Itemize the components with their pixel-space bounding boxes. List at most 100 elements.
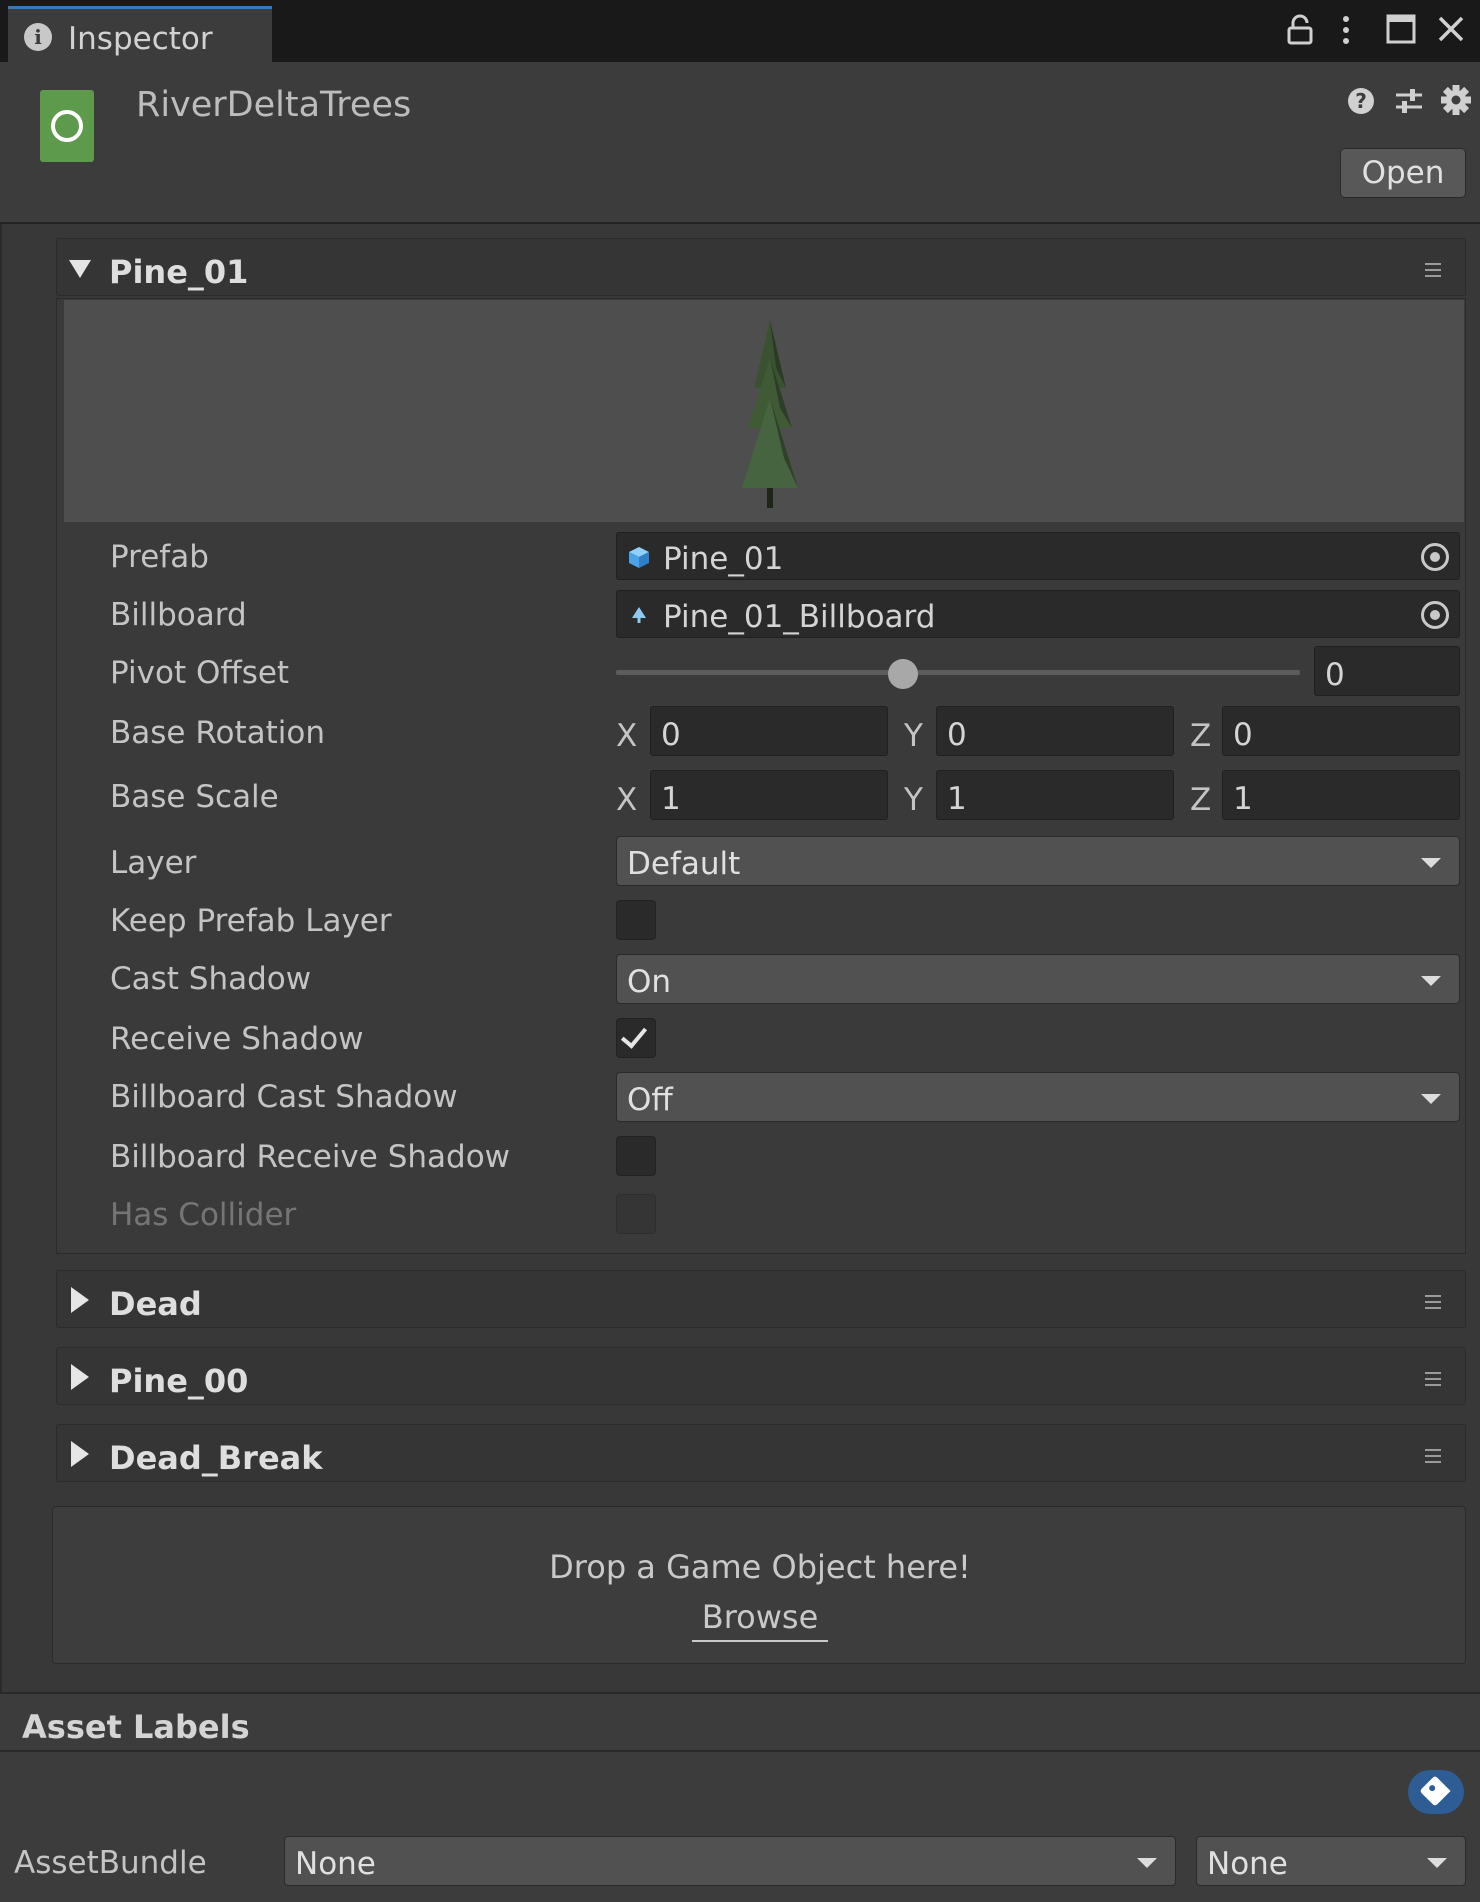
has-collider-label: Has Collider (110, 1197, 297, 1233)
billboard-asset-icon (632, 607, 646, 623)
base-scale-y-input[interactable]: 1 (936, 770, 1174, 820)
open-button[interactable]: Open (1340, 148, 1466, 198)
tab-bar: i Inspector (0, 0, 1480, 64)
hamburger-menu-icon[interactable] (1425, 263, 1441, 281)
base-rotation-z-value: 0 (1233, 717, 1253, 753)
dropdown-caret-icon (1427, 1858, 1447, 1868)
layer-label: Layer (110, 845, 197, 881)
asset-name: RiverDeltaTrees (136, 85, 412, 125)
prefab-preview (64, 300, 1464, 522)
assetbundle-name-value: None (295, 1846, 376, 1882)
base-scale-label: Base Scale (110, 779, 279, 815)
dropdown-caret-icon (1421, 1094, 1441, 1104)
layer-dropdown[interactable]: Default (616, 836, 1460, 886)
axis-y-label: Y (904, 718, 923, 754)
billboard-value: Pine_01_Billboard (663, 599, 936, 635)
section-title: Dead_Break (109, 1439, 323, 1477)
billboard-receive-shadow-checkbox[interactable] (616, 1136, 656, 1176)
info-icon: i (24, 23, 52, 51)
receive-shadow-checkbox[interactable] (616, 1018, 656, 1058)
layer-value: Default (627, 846, 741, 882)
cast-shadow-value: On (627, 964, 672, 1000)
axis-y-label: Y (904, 782, 923, 818)
pivot-offset-slider-track[interactable] (616, 670, 1300, 675)
axis-z-label: Z (1190, 718, 1212, 754)
expand-arrow-icon[interactable] (71, 1441, 89, 1467)
base-rotation-x-value: 0 (661, 717, 681, 753)
settings-icon[interactable] (1440, 84, 1472, 116)
section-header-dead-break[interactable]: Dead_Break (56, 1424, 1466, 1482)
section-header-pine-00[interactable]: Pine_00 (56, 1347, 1466, 1405)
has-collider-checkbox (616, 1194, 656, 1234)
prefab-value: Pine_01 (663, 541, 784, 577)
pine-tree-preview-icon (742, 320, 798, 508)
expand-arrow-icon[interactable] (69, 260, 91, 278)
checkmark-icon (620, 1021, 648, 1049)
pivot-offset-input[interactable]: 0 (1314, 646, 1460, 696)
expand-arrow-icon[interactable] (71, 1364, 89, 1390)
object-picker-icon[interactable] (1421, 543, 1449, 571)
assetbundle-variant-dropdown[interactable]: None (1196, 1836, 1466, 1886)
hamburger-menu-icon[interactable] (1425, 1372, 1441, 1390)
close-icon[interactable] (1436, 14, 1466, 44)
prefab-cube-icon (629, 547, 649, 568)
billboard-cast-shadow-label: Billboard Cast Shadow (110, 1079, 458, 1115)
asset-labels-tag-button[interactable] (1408, 1770, 1464, 1814)
section-title: Pine_01 (109, 253, 249, 291)
base-rotation-x-input[interactable]: 0 (650, 706, 888, 756)
presets-icon[interactable] (1394, 86, 1424, 116)
axis-x-label: X (616, 718, 638, 754)
pivot-offset-value: 0 (1325, 657, 1345, 693)
asset-labels-header[interactable]: Asset Labels (0, 1692, 1480, 1752)
section-header-pine-01[interactable]: Pine_01 (56, 238, 1466, 296)
section-title: Dead (109, 1285, 202, 1323)
assetbundle-name-dropdown[interactable]: None (284, 1836, 1176, 1886)
keep-prefab-layer-checkbox[interactable] (616, 900, 656, 940)
billboard-label: Billboard (110, 597, 247, 633)
assetbundle-label: AssetBundle (14, 1845, 207, 1881)
hamburger-menu-icon[interactable] (1425, 1295, 1441, 1313)
svg-text:?: ? (1355, 89, 1367, 113)
billboard-receive-shadow-label: Billboard Receive Shadow (110, 1139, 511, 1175)
keep-prefab-layer-label: Keep Prefab Layer (110, 903, 392, 939)
asset-labels-title: Asset Labels (22, 1708, 250, 1746)
inspector-header: RiverDeltaTrees ? Open (0, 62, 1480, 224)
lock-icon[interactable] (1286, 14, 1314, 46)
hamburger-menu-icon[interactable] (1425, 1449, 1441, 1467)
base-scale-y-value: 1 (947, 781, 967, 817)
tree-asset-icon (40, 90, 94, 162)
base-scale-z-input[interactable]: 1 (1222, 770, 1460, 820)
help-icon[interactable]: ? (1346, 86, 1376, 116)
drop-area-text: Drop a Game Object here! (549, 1548, 971, 1586)
tab-inspector[interactable]: i Inspector (8, 6, 272, 64)
base-rotation-label: Base Rotation (110, 715, 325, 751)
base-rotation-y-input[interactable]: 0 (936, 706, 1174, 756)
tab-label: Inspector (68, 21, 213, 57)
section-title: Pine_00 (109, 1362, 249, 1400)
cast-shadow-dropdown[interactable]: On (616, 954, 1460, 1004)
tree-glyph-icon (51, 110, 83, 142)
section-header-dead[interactable]: Dead (56, 1270, 1466, 1328)
base-scale-x-input[interactable]: 1 (650, 770, 888, 820)
pivot-offset-label: Pivot Offset (110, 655, 290, 691)
object-picker-icon[interactable] (1421, 601, 1449, 629)
axis-z-label: Z (1190, 782, 1212, 818)
billboard-field[interactable]: Pine_01_Billboard (616, 590, 1460, 638)
browse-link[interactable]: Browse (692, 1598, 828, 1642)
prefab-field[interactable]: Pine_01 (616, 532, 1460, 580)
prefab-label: Prefab (110, 539, 209, 575)
base-rotation-z-input[interactable]: 0 (1222, 706, 1460, 756)
kebab-menu-icon[interactable] (1340, 14, 1352, 46)
dropdown-caret-icon (1421, 858, 1441, 868)
base-scale-z-value: 1 (1233, 781, 1253, 817)
assetbundle-variant-value: None (1207, 1846, 1288, 1882)
axis-x-label: X (616, 782, 638, 818)
billboard-cast-shadow-dropdown[interactable]: Off (616, 1072, 1460, 1122)
billboard-cast-shadow-value: Off (627, 1082, 673, 1118)
dropdown-caret-icon (1137, 1858, 1157, 1868)
dropdown-caret-icon (1421, 976, 1441, 986)
maximize-icon[interactable] (1386, 14, 1416, 44)
tag-icon (1419, 1775, 1451, 1807)
expand-arrow-icon[interactable] (71, 1287, 89, 1313)
base-rotation-y-value: 0 (947, 717, 967, 753)
